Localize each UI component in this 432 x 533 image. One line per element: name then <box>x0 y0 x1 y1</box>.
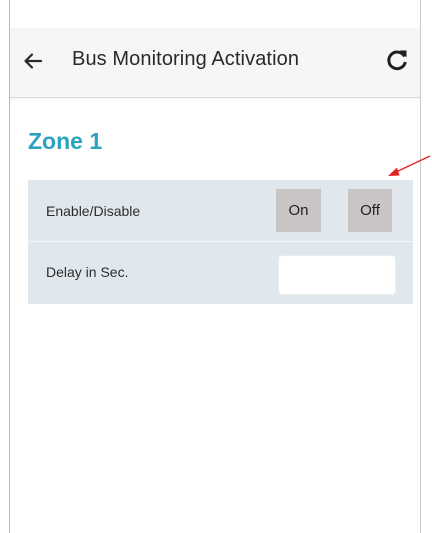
enable-disable-row: Enable/Disable On Off <box>28 180 413 240</box>
app-bar: Bus Monitoring Activation <box>10 28 420 98</box>
zone-title: Zone 1 <box>28 128 103 154</box>
refresh-icon <box>387 50 407 71</box>
page-title: Bus Monitoring Activation <box>72 48 300 70</box>
enable-disable-label: Enable/Disable <box>46 203 141 219</box>
red-arrow-annotation <box>388 155 431 176</box>
phone-screen: Bus Monitoring Activation Zone 1 Enable/… <box>9 0 421 533</box>
back-button[interactable] <box>21 49 45 73</box>
delay-seconds-input[interactable] <box>278 255 396 295</box>
arrow-left-icon <box>24 53 43 69</box>
status-area <box>10 0 420 28</box>
off-button[interactable]: Off <box>348 189 392 232</box>
on-button[interactable]: On <box>276 189 321 232</box>
zone-settings-card: Enable/Disable On Off Delay in Sec. <box>28 180 413 304</box>
refresh-button[interactable] <box>384 47 410 73</box>
delay-label: Delay in Sec. <box>46 264 129 280</box>
